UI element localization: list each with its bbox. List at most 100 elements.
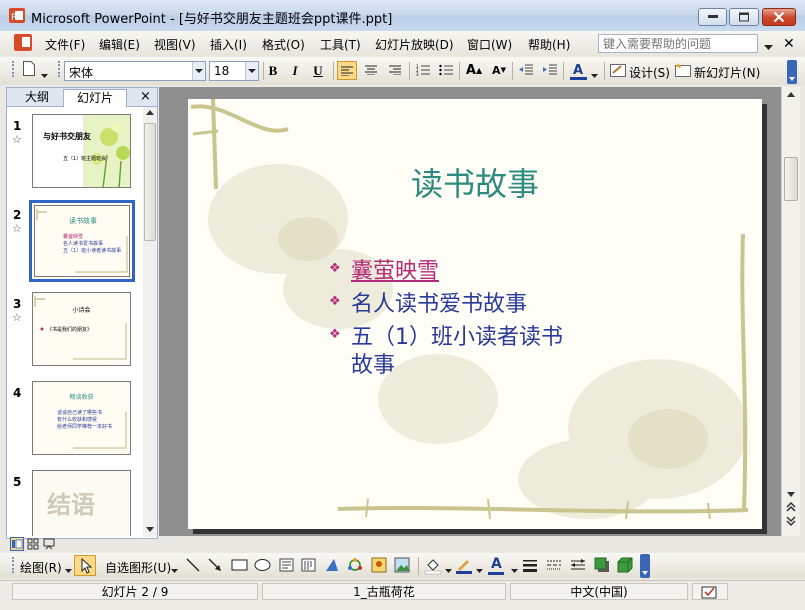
maximize-button[interactable] xyxy=(729,8,759,26)
slide-thumbnail-5[interactable]: 结语 xyxy=(32,470,131,536)
menu-view[interactable]: 视图(V) xyxy=(154,36,196,53)
line-color-icon[interactable] xyxy=(455,557,473,578)
font-color-dropdown-icon[interactable] xyxy=(591,68,598,82)
increase-indent-icon[interactable] xyxy=(541,61,559,80)
tab-outline[interactable]: 大纲 xyxy=(12,89,62,106)
bullet-item-1[interactable]: ❖ 囊萤映雪 xyxy=(329,253,439,285)
doc-close-icon[interactable]: ✕ xyxy=(783,36,795,52)
normal-view-icon[interactable] xyxy=(10,537,24,551)
tab-slides[interactable]: 幻灯片 xyxy=(63,89,127,107)
menu-format[interactable]: 格式(O) xyxy=(262,36,305,53)
3d-style-icon[interactable] xyxy=(617,557,633,576)
close-window-button[interactable] xyxy=(762,8,796,26)
align-center-icon[interactable] xyxy=(362,61,380,80)
vertical-textbox-icon[interactable] xyxy=(301,558,316,575)
design-button[interactable]: 设计(S) xyxy=(629,64,670,81)
chevron-down-icon[interactable] xyxy=(245,62,258,80)
italic-icon[interactable]: I xyxy=(286,61,304,80)
slide-sorter-view-icon[interactable] xyxy=(27,538,39,553)
toolbar-options-button[interactable] xyxy=(787,60,797,84)
previous-slide-icon[interactable] xyxy=(784,501,798,515)
draw-dropdown-icon[interactable] xyxy=(65,563,72,577)
arrow-style-icon[interactable] xyxy=(570,558,586,575)
fill-color-dropdown-icon[interactable] xyxy=(445,563,452,577)
drawing-font-color-icon[interactable]: A xyxy=(491,556,502,572)
align-right-icon[interactable] xyxy=(386,61,404,80)
chevron-down-icon[interactable] xyxy=(192,62,205,80)
slide-thumbnail-1[interactable]: 与好书交朋友 五（1）班主题班会 xyxy=(32,114,131,188)
slide-thumbnail-4[interactable]: 畅谈收获 谈谈自己读了哪些书 有什么收获和感受 给老师同学推荐一本好书 xyxy=(32,381,131,455)
scroll-up-icon[interactable] xyxy=(146,110,154,116)
clipart-icon[interactable] xyxy=(371,557,387,576)
numbering-icon[interactable]: 123 xyxy=(414,61,432,80)
decrease-indent-icon[interactable] xyxy=(517,61,535,80)
app-icon[interactable]: P xyxy=(9,8,25,23)
scroll-thumb[interactable] xyxy=(144,123,156,241)
menu-edit[interactable]: 编辑(E) xyxy=(99,36,140,53)
toolbar-grip-3[interactable] xyxy=(12,557,17,573)
line-style-icon[interactable] xyxy=(522,558,538,575)
menu-window[interactable]: 窗口(W) xyxy=(467,36,512,53)
slideshow-view-icon[interactable] xyxy=(43,538,55,553)
shadow-style-icon[interactable] xyxy=(594,557,610,576)
minimize-button[interactable] xyxy=(698,8,727,26)
scroll-up-icon[interactable] xyxy=(784,90,798,104)
menu-slideshow[interactable]: 幻灯片放映(D) xyxy=(375,36,454,53)
autoshapes-button[interactable]: 自选图形(U) xyxy=(105,559,171,576)
menu-help[interactable]: 帮助(H) xyxy=(528,36,570,53)
bold-icon[interactable]: B xyxy=(264,61,282,80)
font-name-combo[interactable]: 宋体 xyxy=(64,61,206,81)
menu-file[interactable]: 文件(F) xyxy=(45,36,85,53)
underline-icon[interactable]: U xyxy=(309,61,327,80)
next-slide-icon[interactable] xyxy=(784,515,798,529)
oval-icon[interactable] xyxy=(254,558,271,575)
help-search-input[interactable] xyxy=(599,35,757,52)
textbox-icon[interactable] xyxy=(279,558,294,575)
slide-thumbnail-3[interactable]: 小诗会 《书是我们的朋友》 xyxy=(32,292,131,366)
decrease-font-icon[interactable]: A▼ xyxy=(490,61,508,80)
bullet-link-1[interactable]: 囊萤映雪 xyxy=(351,259,439,284)
current-slide[interactable]: 读书故事 ❖ 囊萤映雪 ❖ 名人读书爱书故事 ❖ 五（1）班小读者读书 故事 xyxy=(188,99,762,529)
rectangle-icon[interactable] xyxy=(231,558,248,575)
slide-thumbnail-2[interactable]: 读书故事 囊萤映雪 名人读书爱书故事 五（1）班小读者读书故事 xyxy=(29,200,135,282)
drawing-toolbar-options-button[interactable] xyxy=(640,554,650,578)
status-design-template[interactable]: 1_古瓶荷花 xyxy=(262,583,506,600)
line-color-dropdown-icon[interactable] xyxy=(476,563,483,577)
menu-insert[interactable]: 插入(I) xyxy=(210,36,247,53)
bullets-icon[interactable] xyxy=(437,61,455,80)
autoshapes-dropdown-icon[interactable] xyxy=(171,563,178,577)
help-dropdown-icon[interactable] xyxy=(764,40,773,54)
fill-color-icon[interactable] xyxy=(424,557,442,578)
more-buttons-icon[interactable] xyxy=(41,68,48,82)
diagram-icon[interactable] xyxy=(347,557,363,576)
font-size-combo[interactable]: 18 xyxy=(209,61,259,81)
main-scrollbar[interactable] xyxy=(781,87,800,536)
toolbar-grip[interactable] xyxy=(12,61,17,77)
insert-picture-icon[interactable] xyxy=(394,557,410,576)
bullet-item-3-continued[interactable]: 故事 xyxy=(351,347,395,379)
document-icon[interactable] xyxy=(14,34,32,51)
animation-star-icon: ☆ xyxy=(12,222,22,235)
select-objects-icon[interactable] xyxy=(74,555,96,576)
align-left-icon[interactable] xyxy=(337,61,357,80)
menu-tools[interactable]: 工具(T) xyxy=(320,36,361,53)
toolbar-grip-2[interactable] xyxy=(58,61,63,77)
new-document-icon[interactable] xyxy=(20,61,38,80)
draw-menu-button[interactable]: 绘图(R) xyxy=(20,559,62,576)
scroll-down-icon[interactable] xyxy=(146,527,154,533)
thumbnail-scrollbar[interactable] xyxy=(143,107,157,537)
new-slide-button[interactable]: 新幻灯片(N) xyxy=(694,64,760,81)
status-language[interactable]: 中文(中国) xyxy=(510,583,688,600)
pane-close-icon[interactable]: × xyxy=(140,89,151,104)
drawing-font-color-dropdown-icon[interactable] xyxy=(511,563,518,577)
arrow-icon[interactable] xyxy=(208,558,222,575)
wordart-icon[interactable] xyxy=(324,557,340,576)
spelling-status-icon[interactable] xyxy=(692,583,728,600)
bullet-item-2[interactable]: ❖ 名人读书爱书故事 xyxy=(329,286,527,318)
scroll-thumb[interactable] xyxy=(784,157,798,201)
dash-style-icon[interactable] xyxy=(546,558,562,575)
help-search-box[interactable] xyxy=(598,34,758,53)
slide-title[interactable]: 读书故事 xyxy=(188,159,762,205)
line-icon[interactable] xyxy=(186,558,200,575)
increase-font-icon[interactable]: A▲ xyxy=(465,61,483,80)
